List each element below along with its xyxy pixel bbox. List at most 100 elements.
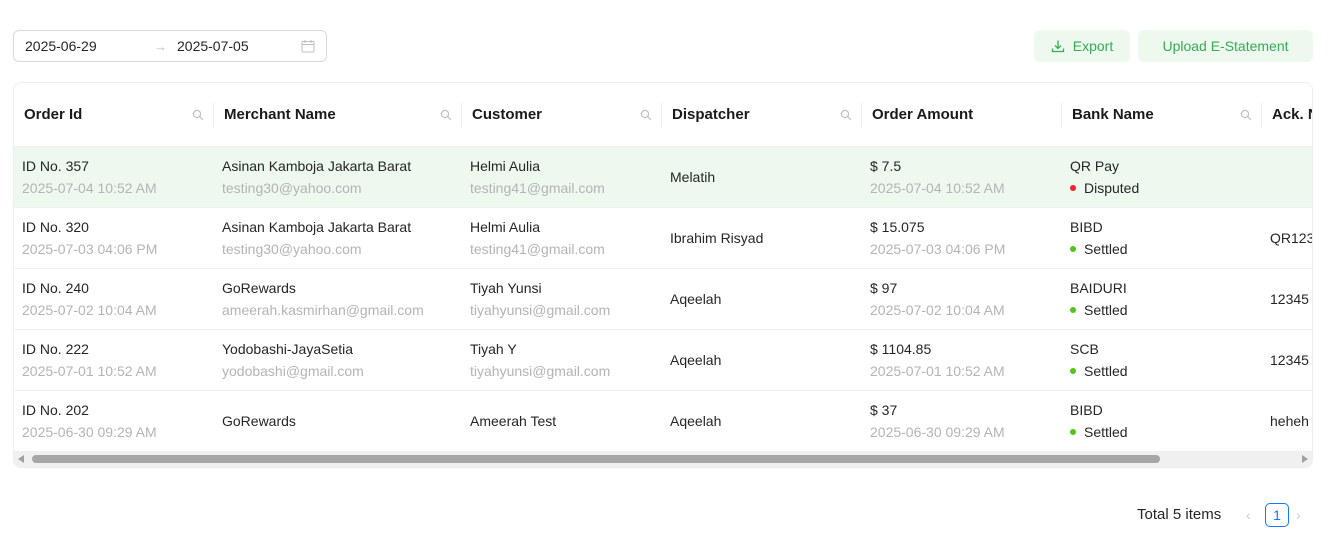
start-date-input[interactable]: 2025-06-29	[25, 38, 97, 54]
status-dot-icon	[1070, 368, 1076, 374]
order-id: ID No. 320	[22, 219, 89, 235]
merchant-email: ameerah.kasmirhan@gmail.com	[222, 302, 424, 318]
customer-name: Helmi Aulia	[470, 158, 541, 174]
column-header-label: Customer	[472, 106, 543, 123]
order-time: 2025-07-03 04:06 PM	[22, 241, 158, 257]
order-time: 2025-07-02 10:04 AM	[22, 302, 157, 318]
status-label: Settled	[1084, 241, 1128, 257]
column-header-ack: Ack. N	[1262, 83, 1312, 147]
column-header-label: Merchant Name	[224, 106, 336, 123]
status-badge: Disputed	[1070, 180, 1139, 196]
ack-number: heheh	[1270, 413, 1309, 429]
amount-time: 2025-06-30 09:29 AM	[870, 424, 1005, 440]
dispatcher-name: Ibrahim Risyad	[670, 230, 764, 246]
status-badge: Settled	[1070, 241, 1128, 257]
merchant-name: Asinan Kamboja Jakarta Barat	[222, 158, 412, 174]
column-header-customer: Customer	[462, 83, 662, 147]
order-id: ID No. 202	[22, 402, 89, 418]
column-header-label: Order Amount	[872, 106, 974, 123]
status-badge: Settled	[1070, 363, 1128, 379]
bank-name: BAIDURI	[1070, 280, 1127, 296]
calendar-icon[interactable]	[301, 39, 315, 53]
amount-time: 2025-07-02 10:04 AM	[870, 302, 1005, 318]
order-id: ID No. 222	[22, 341, 89, 357]
status-dot-icon	[1070, 429, 1076, 435]
column-header-merchant-name: Merchant Name	[214, 83, 462, 147]
table-row[interactable]: ID No. 222 2025-07-01 10:52 AM Yodobashi-…	[14, 330, 1312, 391]
column-header-order-amount: Order Amount	[862, 83, 1062, 147]
column-header-dispatcher: Dispatcher	[662, 83, 862, 147]
merchant-name: GoRewards	[222, 280, 296, 296]
order-amount: $ 7.5	[870, 158, 902, 174]
column-header-label: Ack. N	[1272, 106, 1312, 123]
status-label: Settled	[1084, 302, 1128, 318]
bank-name: BIBD	[1070, 402, 1103, 418]
merchant-name: GoRewards	[222, 413, 296, 429]
table-row[interactable]: ID No. 202 2025-06-30 09:29 AM GoRewards …	[14, 391, 1312, 452]
date-range-picker[interactable]: 2025-06-29 → 2025-07-05	[13, 30, 327, 62]
merchant-name: Asinan Kamboja Jakarta Barat	[222, 219, 412, 235]
column-header-label: Dispatcher	[672, 106, 750, 123]
amount-time: 2025-07-03 04:06 PM	[870, 241, 1006, 257]
upload-e-statement-button[interactable]: Upload E-Statement	[1138, 30, 1313, 62]
total-items-label: Total 5 items	[1137, 506, 1222, 523]
status-label: Settled	[1084, 363, 1128, 379]
status-dot-icon	[1070, 307, 1076, 313]
dispatcher-name: Aqeelah	[670, 352, 722, 368]
date-range-separator-icon: →	[154, 38, 167, 54]
order-time: 2025-07-04 10:52 AM	[22, 180, 157, 196]
column-header-label: Order Id	[24, 106, 83, 123]
horizontal-scrollbar[interactable]	[14, 451, 1312, 467]
pagination-next-icon[interactable]: ›	[1296, 507, 1301, 523]
merchant-email: testing30@yahoo.com	[222, 241, 362, 257]
column-header-bank-name: Bank Name	[1062, 83, 1262, 147]
order-amount: $ 37	[870, 402, 898, 418]
scrollbar-thumb[interactable]	[32, 455, 1160, 463]
merchant-email: yodobashi@gmail.com	[222, 363, 364, 379]
ack-number: 12345	[1270, 291, 1309, 307]
status-dot-icon	[1070, 246, 1076, 252]
table-row[interactable]: ID No. 357 2025-07-04 10:52 AM Asinan Kam…	[14, 147, 1312, 208]
order-time: 2025-07-01 10:52 AM	[22, 363, 157, 379]
export-button-label: Export	[1072, 38, 1114, 54]
order-time: 2025-06-30 09:29 AM	[22, 424, 157, 440]
scroll-right-arrow-icon[interactable]	[1302, 455, 1308, 463]
status-dot-icon	[1070, 185, 1076, 191]
customer-name: Tiyah Y	[470, 341, 517, 357]
scroll-left-arrow-icon[interactable]	[18, 455, 24, 463]
search-icon[interactable]	[192, 109, 204, 121]
table-row[interactable]: ID No. 320 2025-07-03 04:06 PM Asinan Kam…	[14, 208, 1313, 269]
customer-email: tiyahyunsi@gmail.com	[470, 302, 611, 318]
pagination-prev-icon[interactable]: ‹	[1246, 507, 1251, 523]
status-label: Disputed	[1084, 180, 1140, 196]
order-amount: $ 1104.85	[870, 341, 932, 357]
customer-email: tiyahyunsi@gmail.com	[470, 363, 611, 379]
search-icon[interactable]	[1240, 109, 1252, 121]
amount-time: 2025-07-01 10:52 AM	[870, 363, 1005, 379]
pagination-page-1[interactable]: 1	[1265, 503, 1289, 527]
customer-email: testing41@gmail.com	[470, 180, 605, 196]
dispatcher-name: Aqeelah	[670, 413, 722, 429]
download-icon	[1051, 40, 1064, 53]
status-badge: Settled	[1070, 302, 1128, 318]
export-button[interactable]: Export	[1034, 30, 1130, 62]
dispatcher-name: Aqeelah	[670, 291, 722, 307]
merchant-email: testing30@yahoo.com	[222, 180, 362, 196]
bank-name: BIBD	[1070, 219, 1103, 235]
table-header: Order Id Merchant Name Customer Dispatch…	[14, 83, 1312, 147]
amount-time: 2025-07-04 10:52 AM	[870, 180, 1005, 196]
merchant-name: Yodobashi-JayaSetia	[222, 341, 354, 357]
ack-number: QR123	[1270, 230, 1313, 246]
column-header-order-id: Order Id	[14, 83, 214, 147]
column-header-label: Bank Name	[1072, 106, 1154, 123]
table-row[interactable]: ID No. 240 2025-07-02 10:04 AM GoRewards a…	[14, 269, 1312, 330]
order-amount: $ 15.075	[870, 219, 925, 235]
search-icon[interactable]	[440, 109, 452, 121]
customer-email: testing41@gmail.com	[470, 241, 605, 257]
end-date-input[interactable]: 2025-07-05	[177, 38, 249, 54]
customer-name: Tiyah Yunsi	[470, 280, 542, 296]
search-icon[interactable]	[840, 109, 852, 121]
dispatcher-name: Melatih	[670, 169, 716, 185]
search-icon[interactable]	[640, 109, 652, 121]
bank-name: SCB	[1070, 341, 1099, 357]
